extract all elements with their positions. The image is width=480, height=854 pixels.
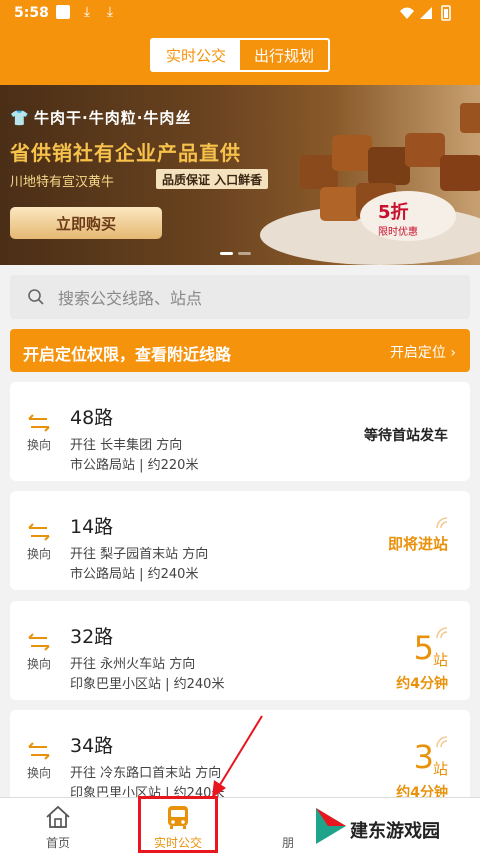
bus-line-card[interactable]: 换向 48路 开往 长丰集团 方向 市公路局站 | 约220米 等待首站发车 xyxy=(10,382,470,481)
banner-tag: 品质保证 入口鲜香 xyxy=(156,169,269,189)
arrow-annotation xyxy=(212,715,263,798)
header: 5:58 ⤓ ⤓ 实时公交 出行规划 xyxy=(0,0,480,85)
route-name: 34路 xyxy=(70,735,114,757)
location-permission-banner[interactable]: 开启定位权限，查看附近线路 开启定位 › xyxy=(10,329,470,372)
realtime-signal-icon xyxy=(436,517,448,529)
beef-jerky-image xyxy=(260,103,480,265)
route-direction: 开往 梨子园首末站 方向 xyxy=(70,547,209,562)
route-name: 32路 xyxy=(70,626,114,648)
stops-away-count: 3 xyxy=(413,738,434,776)
watermark-logo xyxy=(316,808,346,844)
search-bar[interactable]: 搜索公交线路、站点 xyxy=(10,275,470,319)
search-placeholder: 搜索公交线路、站点 xyxy=(58,289,203,308)
route-direction: 开往 冷东路口首末站 方向 xyxy=(70,766,222,781)
route-direction: 开往 长丰集团 方向 xyxy=(70,438,183,453)
banner-title: 省供销社有企业产品直供 xyxy=(10,141,241,165)
status-icons xyxy=(400,5,451,21)
swap-label: 换向 xyxy=(27,657,52,671)
route-name: 14路 xyxy=(70,516,114,538)
banner-subtitle: 川地特有宣汉黄牛 xyxy=(10,175,115,190)
watermark: 建东游戏园 xyxy=(300,800,480,854)
stops-away-count: 5 xyxy=(413,629,434,667)
signal-icon xyxy=(420,7,432,19)
status-time: 5:58 xyxy=(14,5,49,21)
swap-direction-icon[interactable] xyxy=(27,741,51,761)
download-icon: ⤓ xyxy=(83,4,91,20)
tab-realtime-bus[interactable]: 实时公交 xyxy=(152,40,240,70)
arrival-eta: 约4分钟 xyxy=(396,676,448,692)
nearest-stop: 市公路局站 | 约240米 xyxy=(70,567,199,582)
shirt-icon: 👕 xyxy=(10,109,30,127)
bus-line-card[interactable]: 换向 14路 开往 梨子园首末站 方向 市公路局站 | 约240米 即将进站 xyxy=(10,491,470,590)
nav-home[interactable]: 首页 xyxy=(8,798,108,854)
watermark-text: 建东游戏园 xyxy=(350,821,440,842)
enable-location-button[interactable]: 开启定位 › xyxy=(390,342,456,362)
buy-now-button[interactable]: 立即购买 xyxy=(10,207,162,239)
carousel-dot xyxy=(220,252,233,255)
realtime-signal-icon xyxy=(436,627,448,639)
status-bar: 5:58 ⤓ ⤓ xyxy=(0,0,480,26)
home-icon xyxy=(46,805,70,828)
search-icon xyxy=(28,289,44,305)
nearest-stop: 市公路局站 | 约220米 xyxy=(70,458,199,473)
swap-label: 换向 xyxy=(27,438,52,452)
wifi-icon xyxy=(400,7,414,19)
stops-unit: 站 xyxy=(432,651,448,669)
stops-unit: 站 xyxy=(432,760,448,778)
nearest-stop: 印象巴里小区站 | 约240米 xyxy=(70,677,225,692)
highlight-annotation xyxy=(138,796,218,853)
swap-label: 换向 xyxy=(27,547,52,561)
swap-direction-icon[interactable] xyxy=(27,632,51,652)
route-direction: 开往 永州火车站 方向 xyxy=(70,657,196,672)
discount-subtext: 限时优惠 xyxy=(378,227,418,238)
tab-trip-planning[interactable]: 出行规划 xyxy=(240,40,328,70)
swap-direction-icon[interactable] xyxy=(27,413,51,433)
realtime-signal-icon xyxy=(436,736,448,748)
ad-banner[interactable]: 👕 牛肉干·牛肉粒·牛肉丝 省供销社有企业产品直供 川地特有宣汉黄牛 品质保证 入… xyxy=(0,85,480,265)
notification-icon xyxy=(56,5,70,19)
carousel-dot xyxy=(238,252,251,255)
swap-label: 换向 xyxy=(27,766,52,780)
swap-direction-icon[interactable] xyxy=(27,522,51,542)
location-prompt: 开启定位权限，查看附近线路 xyxy=(23,345,232,364)
bus-status: 即将进站 xyxy=(387,535,448,553)
mode-switch: 实时公交 出行规划 xyxy=(150,38,330,72)
banner-headline: 👕 牛肉干·牛肉粒·牛肉丝 xyxy=(10,109,192,127)
bus-status: 等待首站发车 xyxy=(364,428,448,444)
bus-line-card[interactable]: 换向 32路 开往 永州火车站 方向 印象巴里小区站 | 约240米 5 站 约… xyxy=(10,601,470,700)
discount-text: 5折 xyxy=(378,202,409,223)
nav-label: 首页 xyxy=(45,836,70,850)
route-name: 48路 xyxy=(70,407,114,429)
download-icon: ⤓ xyxy=(106,4,114,20)
carousel-indicator xyxy=(220,252,251,255)
